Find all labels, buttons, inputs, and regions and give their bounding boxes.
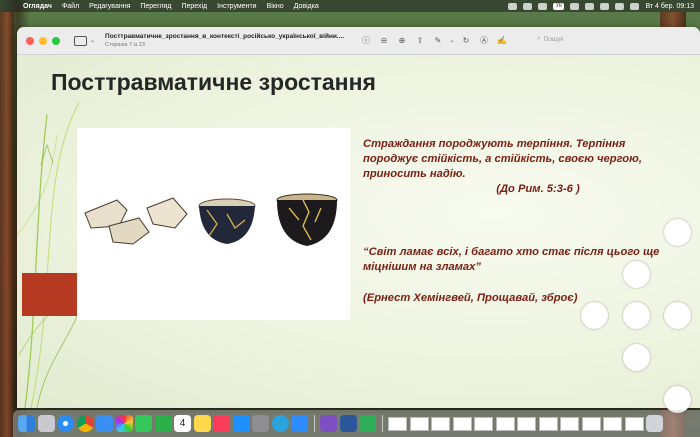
sidebar-toggle-icon[interactable] <box>74 35 87 46</box>
minimized-window-thumbnail[interactable] <box>495 416 515 431</box>
menu-bar: Оглядач Файл Редагування Перегляд Перехі… <box>0 0 700 12</box>
calendar-icon[interactable]: 4 <box>174 415 191 432</box>
highlight-icon[interactable]: Ⓐ <box>475 35 493 46</box>
annotate-icon[interactable]: ✍ <box>493 35 511 46</box>
slide-title: Посттравматичне зростання <box>51 69 376 95</box>
floating-circle <box>664 386 691 413</box>
numbers-icon[interactable] <box>359 415 376 432</box>
document-name: Посттравматичне_зростання_в_контексті_ро… <box>105 32 345 40</box>
menu-edit[interactable]: Редагування <box>84 3 135 10</box>
siri-icon[interactable] <box>630 2 640 10</box>
menu-window[interactable]: Вікно <box>262 3 289 10</box>
close-button[interactable] <box>26 36 34 45</box>
zoom-icon[interactable] <box>291 415 308 432</box>
viber-icon[interactable] <box>320 415 337 432</box>
info-icon[interactable]: ⓘ <box>357 35 375 46</box>
floating-circle <box>664 219 691 246</box>
rotate-icon[interactable]: ↻ <box>457 35 475 46</box>
app-store-icon[interactable] <box>232 415 250 432</box>
menu-help[interactable]: Довідка <box>289 3 324 10</box>
camera-icon[interactable] <box>508 2 518 10</box>
music-icon[interactable] <box>213 415 230 432</box>
menu-bar-tray: УК Вт 4 бер. 09:13 <box>508 2 700 10</box>
dock-separator <box>381 415 383 432</box>
markup-pen-icon[interactable]: ✎ <box>429 35 447 46</box>
launchpad-icon[interactable] <box>37 415 55 432</box>
quote-bible: Страждання породжують терпіння. Терпіння… <box>363 137 683 197</box>
minimized-window-thumbnail[interactable] <box>474 416 493 431</box>
dock-separator <box>313 415 315 432</box>
minimized-window-thumbnail[interactable] <box>560 416 579 431</box>
slide-page: Посттравматичне зростання Страждання пор… <box>17 55 700 408</box>
search-field[interactable]: ⌕ Пошук <box>537 35 563 43</box>
menu-tools[interactable]: Інструменти <box>212 3 261 10</box>
menu-file[interactable]: Файл <box>57 3 84 10</box>
menu-view[interactable]: Перегляд <box>135 3 176 10</box>
photos-icon[interactable] <box>115 415 133 432</box>
minimized-window-thumbnail[interactable] <box>409 416 429 431</box>
accent-red-block <box>22 273 77 316</box>
preview-window: ⌄ Посттравматичне_зростання_в_контексті_… <box>17 27 700 408</box>
window-toolbar: ⌄ Посттравматичне_зростання_в_контексті_… <box>17 27 700 55</box>
search-icon[interactable] <box>600 2 610 10</box>
kintsugi-bowls-illustration <box>84 193 338 246</box>
page-indicator: Сторінка 7 із 23 <box>105 41 145 48</box>
quote-bible-text: Страждання породжують терпіння. Терпіння… <box>363 138 642 180</box>
keyboard-layout-indicator[interactable]: УК <box>553 2 565 10</box>
chevron-down-icon[interactable]: ⌄ <box>447 35 457 46</box>
control-center-icon[interactable] <box>615 2 625 10</box>
app-status-icon[interactable] <box>523 2 533 10</box>
search-icon: ⌕ <box>537 35 541 42</box>
bluetooth-icon[interactable] <box>570 2 580 10</box>
facetime-icon[interactable] <box>154 415 172 432</box>
chrome-icon[interactable] <box>76 415 94 432</box>
mail-icon[interactable] <box>96 415 113 432</box>
minimized-window-thumbnail[interactable] <box>624 416 644 431</box>
minimized-window-thumbnail[interactable] <box>388 416 407 431</box>
minimized-window-thumbnail[interactable] <box>538 416 558 431</box>
chevron-down-icon[interactable]: ⌄ <box>90 37 95 44</box>
menu-bar-clock[interactable]: Вт 4 бер. 09:13 <box>645 3 694 10</box>
wifi-icon[interactable] <box>585 2 595 10</box>
word-icon[interactable] <box>339 415 357 432</box>
dock: 4 <box>13 410 700 437</box>
floating-circle <box>664 302 691 329</box>
window-controls <box>17 36 60 45</box>
floating-circle <box>623 344 650 371</box>
minimized-window-thumbnail[interactable] <box>581 416 601 431</box>
minimized-window-thumbnail[interactable] <box>517 416 536 431</box>
zoom-out-icon[interactable]: ⊖ <box>375 35 393 46</box>
zoom-button[interactable] <box>52 36 60 45</box>
safari-icon[interactable] <box>57 415 74 432</box>
tree-trunk <box>0 12 14 437</box>
control-icon[interactable] <box>538 2 548 10</box>
trash-icon[interactable] <box>646 415 663 432</box>
search-placeholder: Пошук <box>543 35 564 43</box>
document-title: Посттравматичне_зростання_в_контексті_ро… <box>105 33 344 49</box>
finder-icon[interactable] <box>18 415 35 432</box>
floating-circle <box>623 302 650 329</box>
messages-icon[interactable] <box>135 415 152 432</box>
notes-icon[interactable] <box>193 415 211 432</box>
system-settings-icon[interactable] <box>252 415 269 432</box>
minimized-window-thumbnail[interactable] <box>603 416 622 431</box>
floating-circle <box>623 261 650 288</box>
share-icon[interactable]: ⇧ <box>411 35 429 46</box>
menu-go[interactable]: Перехід <box>176 3 212 10</box>
zoom-in-icon[interactable]: ⊕ <box>393 35 411 46</box>
minimized-window-thumbnail[interactable] <box>431 416 450 431</box>
minimize-button[interactable] <box>39 36 47 45</box>
floating-circle <box>581 302 608 329</box>
menu-app-name[interactable]: Оглядач <box>18 3 57 10</box>
minimized-window-thumbnail[interactable] <box>452 416 472 431</box>
quote-bible-reference: (До Рим. 5:3-6 ) <box>496 183 580 195</box>
toolbar-tools: ⓘ ⊖ ⊕ ⇧ ✎ ⌄ ↻ Ⓐ ✍ <box>357 35 511 46</box>
telegram-icon[interactable] <box>271 415 289 432</box>
kintsugi-bowls-image <box>77 128 350 320</box>
